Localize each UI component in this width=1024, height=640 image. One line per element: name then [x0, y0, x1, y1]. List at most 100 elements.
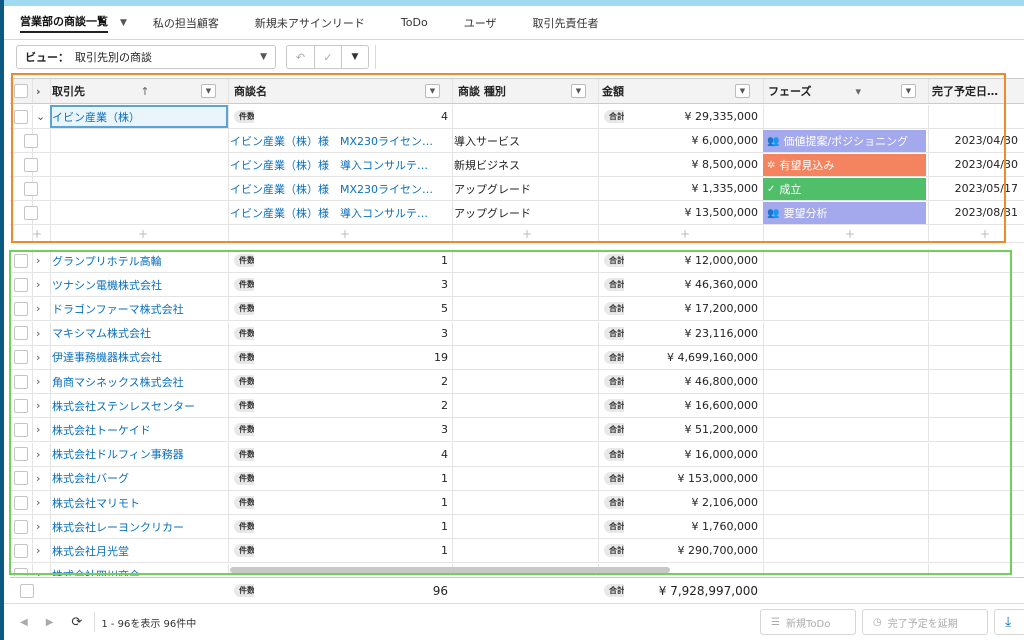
checkbox[interactable] — [14, 84, 28, 98]
next-page-icon[interactable]: ▶ — [46, 617, 54, 628]
header-phase[interactable]: フェーズ ▾ ▼ — [768, 79, 920, 103]
checkbox[interactable] — [14, 543, 28, 558]
deal-name-link[interactable]: イビン産業（株）様 MX230ライセン… — [230, 129, 450, 152]
row-select[interactable] — [14, 370, 32, 393]
expand-toggle[interactable]: › — [36, 322, 50, 345]
chevron-down-icon[interactable]: ▼ — [735, 84, 750, 98]
row-select[interactable] — [14, 322, 32, 345]
row-select[interactable] — [14, 467, 32, 490]
checkbox[interactable] — [14, 471, 28, 486]
row-select[interactable] — [14, 297, 32, 320]
row-select[interactable] — [14, 346, 32, 369]
checkbox[interactable] — [14, 350, 28, 365]
row-select[interactable] — [14, 491, 32, 514]
row-select[interactable] — [24, 177, 42, 200]
account-link[interactable]: 角商マシネックス株式会社 — [52, 370, 228, 393]
expand-toggle[interactable]: › — [36, 539, 50, 562]
checkbox[interactable] — [14, 277, 28, 292]
checkbox[interactable] — [14, 326, 28, 341]
row-select[interactable] — [24, 153, 42, 176]
download-button[interactable]: ⤓ — [994, 609, 1024, 635]
header-deal-type[interactable]: 商談 種別 ▼ — [458, 79, 590, 103]
account-link[interactable]: ドラゴンファーマ株式会社 — [52, 297, 228, 320]
deal-row[interactable]: イビン産業（株）様 導入コンサルテ… 新規ビジネス ¥ 8,500,000 ✲ 有望見込… — [10, 153, 1024, 177]
account-link[interactable]: 株式会社ドルフィン事務器 — [52, 443, 228, 466]
row-select[interactable] — [14, 418, 32, 441]
account-link[interactable]: ツナシン電機株式会社 — [52, 273, 228, 296]
tab-0[interactable]: 営業部の商談一覧 ▼ — [4, 6, 135, 39]
account-link[interactable]: 株式会社四川商会 — [52, 564, 228, 576]
header-account[interactable]: 取引先 ↑ ▼ — [52, 79, 220, 103]
checkbox[interactable] — [14, 109, 28, 124]
account-link[interactable]: 株式会社マリモト — [52, 491, 228, 514]
row-select[interactable] — [24, 201, 42, 224]
row-select[interactable] — [14, 564, 32, 576]
tab-4[interactable]: ユーザ — [446, 6, 515, 39]
checkbox[interactable] — [24, 205, 38, 220]
header-select-all[interactable] — [14, 79, 32, 103]
horizontal-scrollbar[interactable] — [230, 567, 670, 573]
checkbox[interactable] — [14, 447, 28, 462]
chevron-down-icon[interactable]: ▼ — [900, 84, 916, 98]
row-select[interactable] — [14, 273, 32, 296]
checkbox[interactable] — [24, 157, 38, 172]
account-link[interactable]: 株式会社レーヨンクリカー — [52, 515, 228, 538]
checkbox[interactable] — [14, 519, 28, 534]
group-row-expanded[interactable]: ⌄ イビン産業（株） 件数 4 合計 ¥ 29,335,000 — [10, 105, 1024, 129]
row-select[interactable] — [14, 539, 32, 562]
checkbox[interactable] — [14, 253, 28, 268]
expand-toggle[interactable]: › — [36, 467, 50, 490]
expand-toggle[interactable]: › — [36, 515, 50, 538]
account-link[interactable]: 株式会社月光堂 — [52, 539, 228, 562]
deal-name-link[interactable]: イビン産業（株）様 導入コンサルテ… — [230, 201, 450, 224]
account-link[interactable]: グランプリホテル高輪 — [52, 249, 228, 272]
checkbox[interactable] — [20, 583, 34, 598]
chevron-down-icon[interactable]: ▼ — [341, 46, 368, 68]
group-row[interactable]: › グランプリホテル高輪 件数 1 合計 ¥ 12,000,000 — [10, 249, 1024, 273]
expand-toggle[interactable]: › — [36, 297, 50, 320]
chevron-down-icon[interactable]: ▼ — [425, 84, 440, 98]
account-link[interactable]: イビン産業（株） — [52, 109, 140, 125]
row-select[interactable] — [20, 578, 38, 603]
group-row[interactable]: › 株式会社月光堂 件数 1 合計 ¥ 290,700,000 — [10, 539, 1024, 564]
row-select[interactable] — [14, 105, 32, 128]
deal-name-link[interactable]: イビン産業（株）様 MX230ライセン… — [230, 177, 450, 200]
expand-toggle[interactable]: › — [36, 418, 50, 441]
deal-name-link[interactable]: イビン産業（株）様 導入コンサルテ… — [230, 153, 450, 176]
expand-all-toggle[interactable]: › — [36, 79, 50, 103]
group-row[interactable]: › 伊達事務機器株式会社 件数 19 合計 ¥ 4,699,160,000 — [10, 345, 1024, 370]
deal-row[interactable]: イビン産業（株）様 導入コンサルテ… アップグレード ¥ 13,500,000 👥 要望… — [10, 201, 1024, 225]
expand-toggle[interactable]: › — [36, 564, 50, 576]
expand-toggle[interactable]: › — [36, 273, 50, 296]
tab-1[interactable]: 私の担当顧客 — [135, 6, 237, 39]
chevron-down-icon[interactable]: ▼ — [571, 84, 586, 98]
checkbox[interactable] — [14, 398, 28, 413]
deal-row[interactable]: イビン産業（株）様 MX230ライセン… アップグレード ¥ 1,335,000 ✓ 成… — [10, 177, 1024, 201]
row-select[interactable] — [14, 394, 32, 417]
header-amount[interactable]: 金額 ▼ — [602, 79, 754, 103]
group-row[interactable]: › ドラゴンファーマ株式会社 件数 5 合計 ¥ 17,200,000 — [10, 297, 1024, 322]
header-close-date[interactable]: 完了予定日… — [932, 79, 1024, 103]
group-row[interactable]: › 株式会社バーグ 件数 1 合計 ¥ 153,000,000 — [10, 466, 1024, 491]
collapse-toggle[interactable]: ⌄ — [36, 105, 50, 128]
tab-3[interactable]: ToDo — [383, 6, 446, 39]
row-select[interactable] — [14, 443, 32, 466]
expand-toggle[interactable]: › — [36, 394, 50, 417]
expand-toggle[interactable]: › — [36, 370, 50, 393]
group-row[interactable]: › 株式会社ドルフィン事務器 件数 4 合計 ¥ 16,000,000 — [10, 442, 1024, 467]
expand-toggle[interactable]: › — [36, 249, 50, 272]
extend-close-button[interactable]: ◷ 完了予定を延期 — [862, 609, 988, 635]
checkbox[interactable] — [24, 133, 38, 148]
checkbox[interactable] — [14, 301, 28, 316]
checkbox[interactable] — [14, 422, 28, 437]
group-row[interactable]: › 株式会社トーケイド 件数 3 合計 ¥ 51,200,000 — [10, 418, 1024, 443]
account-link[interactable]: 伊達事務機器株式会社 — [52, 346, 228, 369]
group-row[interactable]: › ツナシン電機株式会社 件数 3 合計 ¥ 46,360,000 — [10, 273, 1024, 298]
deal-row[interactable]: イビン産業（株）様 MX230ライセン… 導入サービス ¥ 6,000,000 👥 価値… — [10, 129, 1024, 153]
tab-2[interactable]: 新規未アサインリード — [237, 6, 383, 39]
refresh-icon[interactable]: ⟳ — [71, 615, 82, 630]
row-select[interactable] — [14, 515, 32, 538]
row-select[interactable] — [24, 129, 42, 152]
checkbox[interactable] — [14, 374, 28, 389]
group-row[interactable]: › 株式会社マリモト 件数 1 合計 ¥ 2,106,000 — [10, 491, 1024, 515]
